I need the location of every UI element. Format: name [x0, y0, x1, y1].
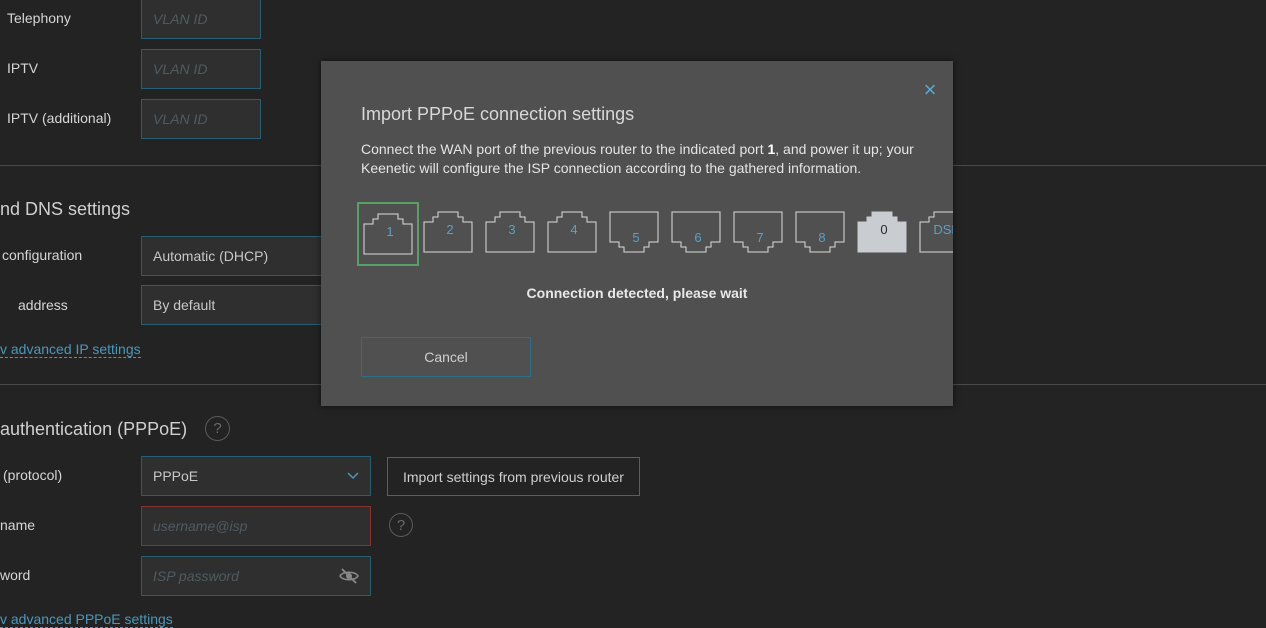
- address-label: address: [18, 297, 68, 313]
- password-label: word: [0, 567, 31, 583]
- iptv-additional-label: IPTV (additional): [7, 110, 112, 126]
- dialog-description: Connect the WAN port of the previous rou…: [361, 140, 921, 178]
- import-pppoe-dialog: × Import PPPoE connection settings Conne…: [321, 61, 953, 406]
- protocol-label: (protocol): [3, 467, 63, 483]
- port-diagram: 1 2 3 4 5 6 7 8 0 DS: [357, 202, 953, 272]
- iptv-label: IPTV: [7, 60, 39, 76]
- port-0-wan: 0: [853, 202, 915, 266]
- port-3: 3: [481, 202, 543, 266]
- port-label: 6: [694, 230, 702, 245]
- auth-section-title: authentication (PPPoE): [0, 419, 188, 439]
- port-2: 2: [419, 202, 481, 266]
- close-icon[interactable]: ×: [919, 79, 941, 101]
- port-label: 3: [508, 222, 516, 237]
- port-5: 5: [605, 202, 667, 266]
- dialog-title: Import PPPoE connection settings: [361, 104, 635, 124]
- port-7: 7: [729, 202, 791, 266]
- port-label: 7: [756, 230, 764, 245]
- chevron-down-icon: [347, 472, 359, 480]
- port-1: 1: [357, 202, 419, 266]
- help-icon[interactable]: ?: [389, 513, 413, 537]
- protocol-value: PPPoE: [153, 468, 199, 484]
- port-label: 0: [880, 222, 888, 237]
- eye-off-icon[interactable]: [339, 568, 359, 584]
- telephony-label: Telephony: [7, 10, 71, 26]
- advanced-ip-settings-link[interactable]: v advanced IP settings: [0, 341, 141, 358]
- port-6: 6: [667, 202, 729, 266]
- port-label: 2: [446, 222, 454, 237]
- ip-config-label: configuration: [2, 247, 83, 263]
- port-label: 4: [570, 222, 578, 237]
- connection-status: Connection detected, please wait: [526, 285, 748, 301]
- port-label: 1: [386, 224, 394, 239]
- port-8: 8: [791, 202, 853, 266]
- password-input[interactable]: ISP password: [141, 556, 371, 596]
- advanced-pppoe-settings-link[interactable]: v advanced PPPoE settings: [0, 611, 173, 628]
- help-icon[interactable]: ?: [205, 416, 230, 441]
- description-text: Connect the WAN port of the previous rou…: [361, 141, 768, 157]
- port-dsl: DSL: [915, 202, 953, 266]
- port-label: 8: [818, 230, 826, 245]
- protocol-select[interactable]: PPPoE: [141, 456, 371, 496]
- port-4: 4: [543, 202, 605, 266]
- dns-section-title: nd DNS settings: [0, 199, 131, 219]
- password-placeholder: ISP password: [153, 568, 239, 584]
- port-label: 5: [632, 230, 640, 245]
- iptv-additional-vlan-input[interactable]: VLAN ID: [141, 99, 261, 139]
- username-input[interactable]: username@isp: [141, 506, 371, 546]
- cancel-button[interactable]: Cancel: [361, 337, 531, 377]
- username-label: name: [0, 517, 36, 533]
- telephony-vlan-input[interactable]: VLAN ID: [141, 0, 261, 39]
- iptv-vlan-input[interactable]: VLAN ID: [141, 49, 261, 89]
- port-label: DSL: [933, 222, 953, 237]
- import-settings-button[interactable]: Import settings from previous router: [387, 457, 640, 496]
